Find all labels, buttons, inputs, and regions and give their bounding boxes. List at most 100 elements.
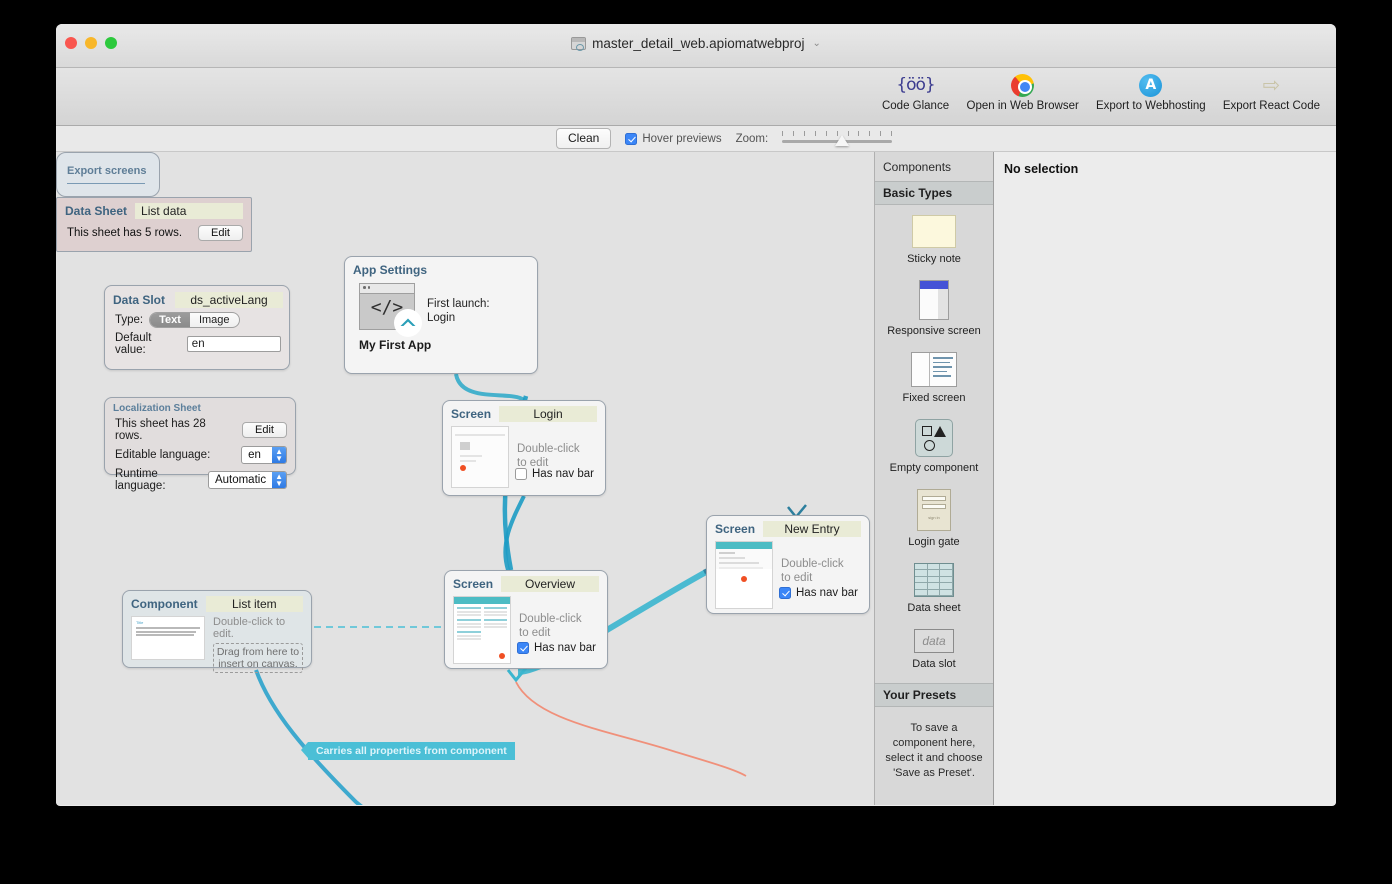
diagram-canvas[interactable]: Data Slot ds_activeLang Type: Text Image… (56, 152, 874, 805)
runtime-language-select[interactable]: Automatic ▲▼ (208, 471, 287, 489)
clean-button[interactable]: Clean (556, 128, 611, 149)
toolbar-button-open-in-web-browser[interactable]: Open in Web Browser (959, 68, 1087, 112)
component-item-responsive-screen[interactable]: Responsive screen (875, 270, 993, 342)
node-component-list-item[interactable]: Component List item Title Double-click t… (122, 590, 312, 668)
component-label: Responsive screen (887, 325, 981, 338)
section-header-basic-types[interactable]: Basic Types (875, 181, 993, 205)
screen-name-field[interactable]: Login (499, 406, 597, 422)
toolbar-button-export-to-webhosting[interactable]: A Export to Webhosting (1087, 68, 1215, 112)
app-window: master_detail_web.apiomatwebproj ⌄ {öö} … (56, 24, 1336, 806)
node-title: Screen (453, 577, 493, 591)
editable-language-select[interactable]: en ▲▼ (241, 446, 287, 464)
window-title: master_detail_web.apiomatwebproj ⌄ (56, 36, 1336, 51)
webhosting-icon: A (1139, 70, 1162, 100)
component-label: Data slot (912, 658, 955, 671)
node-data-slot[interactable]: Data Slot ds_activeLang Type: Text Image… (104, 285, 290, 370)
localization-edit-button[interactable]: Edit (242, 422, 287, 438)
component-thumbnail: Title (131, 616, 205, 660)
node-title: Screen (451, 407, 491, 421)
app-icon: </> (359, 283, 415, 330)
segment-image[interactable]: Image (190, 313, 239, 327)
arrow-right-icon: ⇨ (1263, 70, 1281, 100)
data-sheet-icon (914, 563, 954, 597)
screen-thumbnail (715, 541, 773, 609)
sticky-note-icon (912, 215, 956, 248)
node-screen-overview[interactable]: Screen Overview (444, 570, 608, 669)
fixed-screen-icon (911, 352, 957, 387)
type-segmented-control[interactable]: Text Image (149, 312, 239, 328)
thumb-title: Title (136, 620, 200, 625)
inspector-panel: No selection (994, 152, 1336, 805)
component-label: Sticky note (907, 253, 961, 266)
hover-previews-label: Hover previews (642, 133, 721, 145)
has-nav-bar-checkbox[interactable]: Has nav bar (515, 468, 594, 480)
screen-thumbnail (451, 426, 509, 488)
data-slot-icon: data (914, 629, 954, 653)
toolbar-label: Export to Webhosting (1096, 100, 1206, 112)
main-toolbar: {öö} Code Glance Open in Web Browser A E… (56, 68, 1336, 126)
component-item-fixed-screen[interactable]: Fixed screen (875, 342, 993, 409)
components-panel[interactable]: Components Basic Types Sticky note Respo… (874, 152, 994, 805)
toolbar-label: Export React Code (1223, 100, 1320, 112)
has-nav-bar-label: Has nav bar (534, 642, 596, 654)
editable-language-label: Editable language: (115, 449, 235, 461)
checkbox-icon[interactable] (779, 587, 791, 599)
node-app-settings[interactable]: App Settings </> (344, 256, 538, 374)
checkbox-icon[interactable] (515, 468, 527, 480)
has-nav-bar-checkbox[interactable]: Has nav bar (779, 587, 858, 599)
node-title: Screen (715, 522, 755, 536)
hover-previews-checkbox[interactable]: Hover previews (625, 133, 721, 145)
first-launch-text: First launch: Login (427, 283, 490, 330)
window-titlebar: master_detail_web.apiomatwebproj ⌄ (56, 24, 1336, 68)
node-localization-sheet[interactable]: Localization Sheet This sheet has 28 row… (104, 397, 296, 475)
select-value: Automatic (209, 473, 272, 487)
apiomat-logo-icon (394, 309, 422, 337)
toolbar-button-export-react-code[interactable]: ⇨ Export React Code (1215, 68, 1328, 112)
chevron-updown-icon: ▲▼ (272, 472, 286, 488)
component-item-sticky-note[interactable]: Sticky note (875, 205, 993, 270)
component-edit-hint: Double-click to edit. (213, 616, 303, 640)
runtime-language-label: Runtime language: (115, 468, 202, 492)
default-value-label: Default value: (115, 332, 181, 356)
data-slot-name-field[interactable]: ds_activeLang (175, 292, 283, 308)
edge-label-carries-properties: Carries all properties from component (308, 742, 515, 760)
segment-text[interactable]: Text (150, 313, 190, 327)
screen-name-field[interactable]: New Entry (763, 521, 861, 537)
has-nav-bar-label: Has nav bar (532, 468, 594, 480)
component-drag-source[interactable]: Drag from here to insert on canvas. (213, 643, 303, 673)
checkbox-icon[interactable] (625, 133, 637, 145)
toolbar-label: Open in Web Browser (967, 100, 1079, 112)
document-icon (571, 37, 586, 50)
node-screen-login[interactable]: Screen Login Double-cli (442, 400, 606, 496)
node-screen-new-entry[interactable]: Screen New Entry (706, 515, 870, 614)
has-nav-bar-label: Has nav bar (796, 587, 858, 599)
node-title: App Settings (345, 257, 537, 277)
component-label: Fixed screen (903, 392, 966, 405)
slider-knob[interactable] (835, 135, 849, 146)
screen-name-field[interactable]: Overview (501, 576, 599, 592)
node-title: Data Slot (113, 293, 165, 307)
window-title-text: master_detail_web.apiomatwebproj (592, 36, 804, 51)
has-nav-bar-checkbox[interactable]: Has nav bar (517, 642, 596, 654)
type-label: Type: (115, 314, 143, 326)
chrome-icon (1011, 70, 1034, 100)
chevron-down-icon[interactable]: ⌄ (812, 38, 820, 49)
zoom-slider[interactable] (782, 131, 892, 147)
component-item-data-slot[interactable]: data Data slot (875, 619, 993, 675)
window-body: Data Slot ds_activeLang Type: Text Image… (56, 152, 1336, 805)
component-item-empty-component[interactable]: Empty component (875, 409, 993, 479)
toolbar-button-code-glance[interactable]: {öö} Code Glance (873, 68, 959, 112)
zoom-label: Zoom: (736, 133, 769, 145)
section-header-your-presets[interactable]: Your Presets (875, 683, 993, 707)
component-name-field[interactable]: List item (206, 596, 303, 612)
component-item-login-gate[interactable]: sign in Login gate (875, 479, 993, 553)
component-label: Empty component (890, 462, 979, 475)
components-panel-title: Components (875, 152, 993, 181)
checkbox-icon[interactable] (517, 642, 529, 654)
presets-empty-text: To save a component here, select it and … (875, 707, 993, 795)
component-item-data-sheet[interactable]: Data sheet (875, 553, 993, 619)
login-gate-icon: sign in (917, 489, 951, 531)
chevron-updown-icon: ▲▼ (272, 447, 286, 463)
default-value-input[interactable]: en (187, 336, 281, 352)
canvas-toolbar: Clean Hover previews Zoom: (56, 126, 1336, 152)
